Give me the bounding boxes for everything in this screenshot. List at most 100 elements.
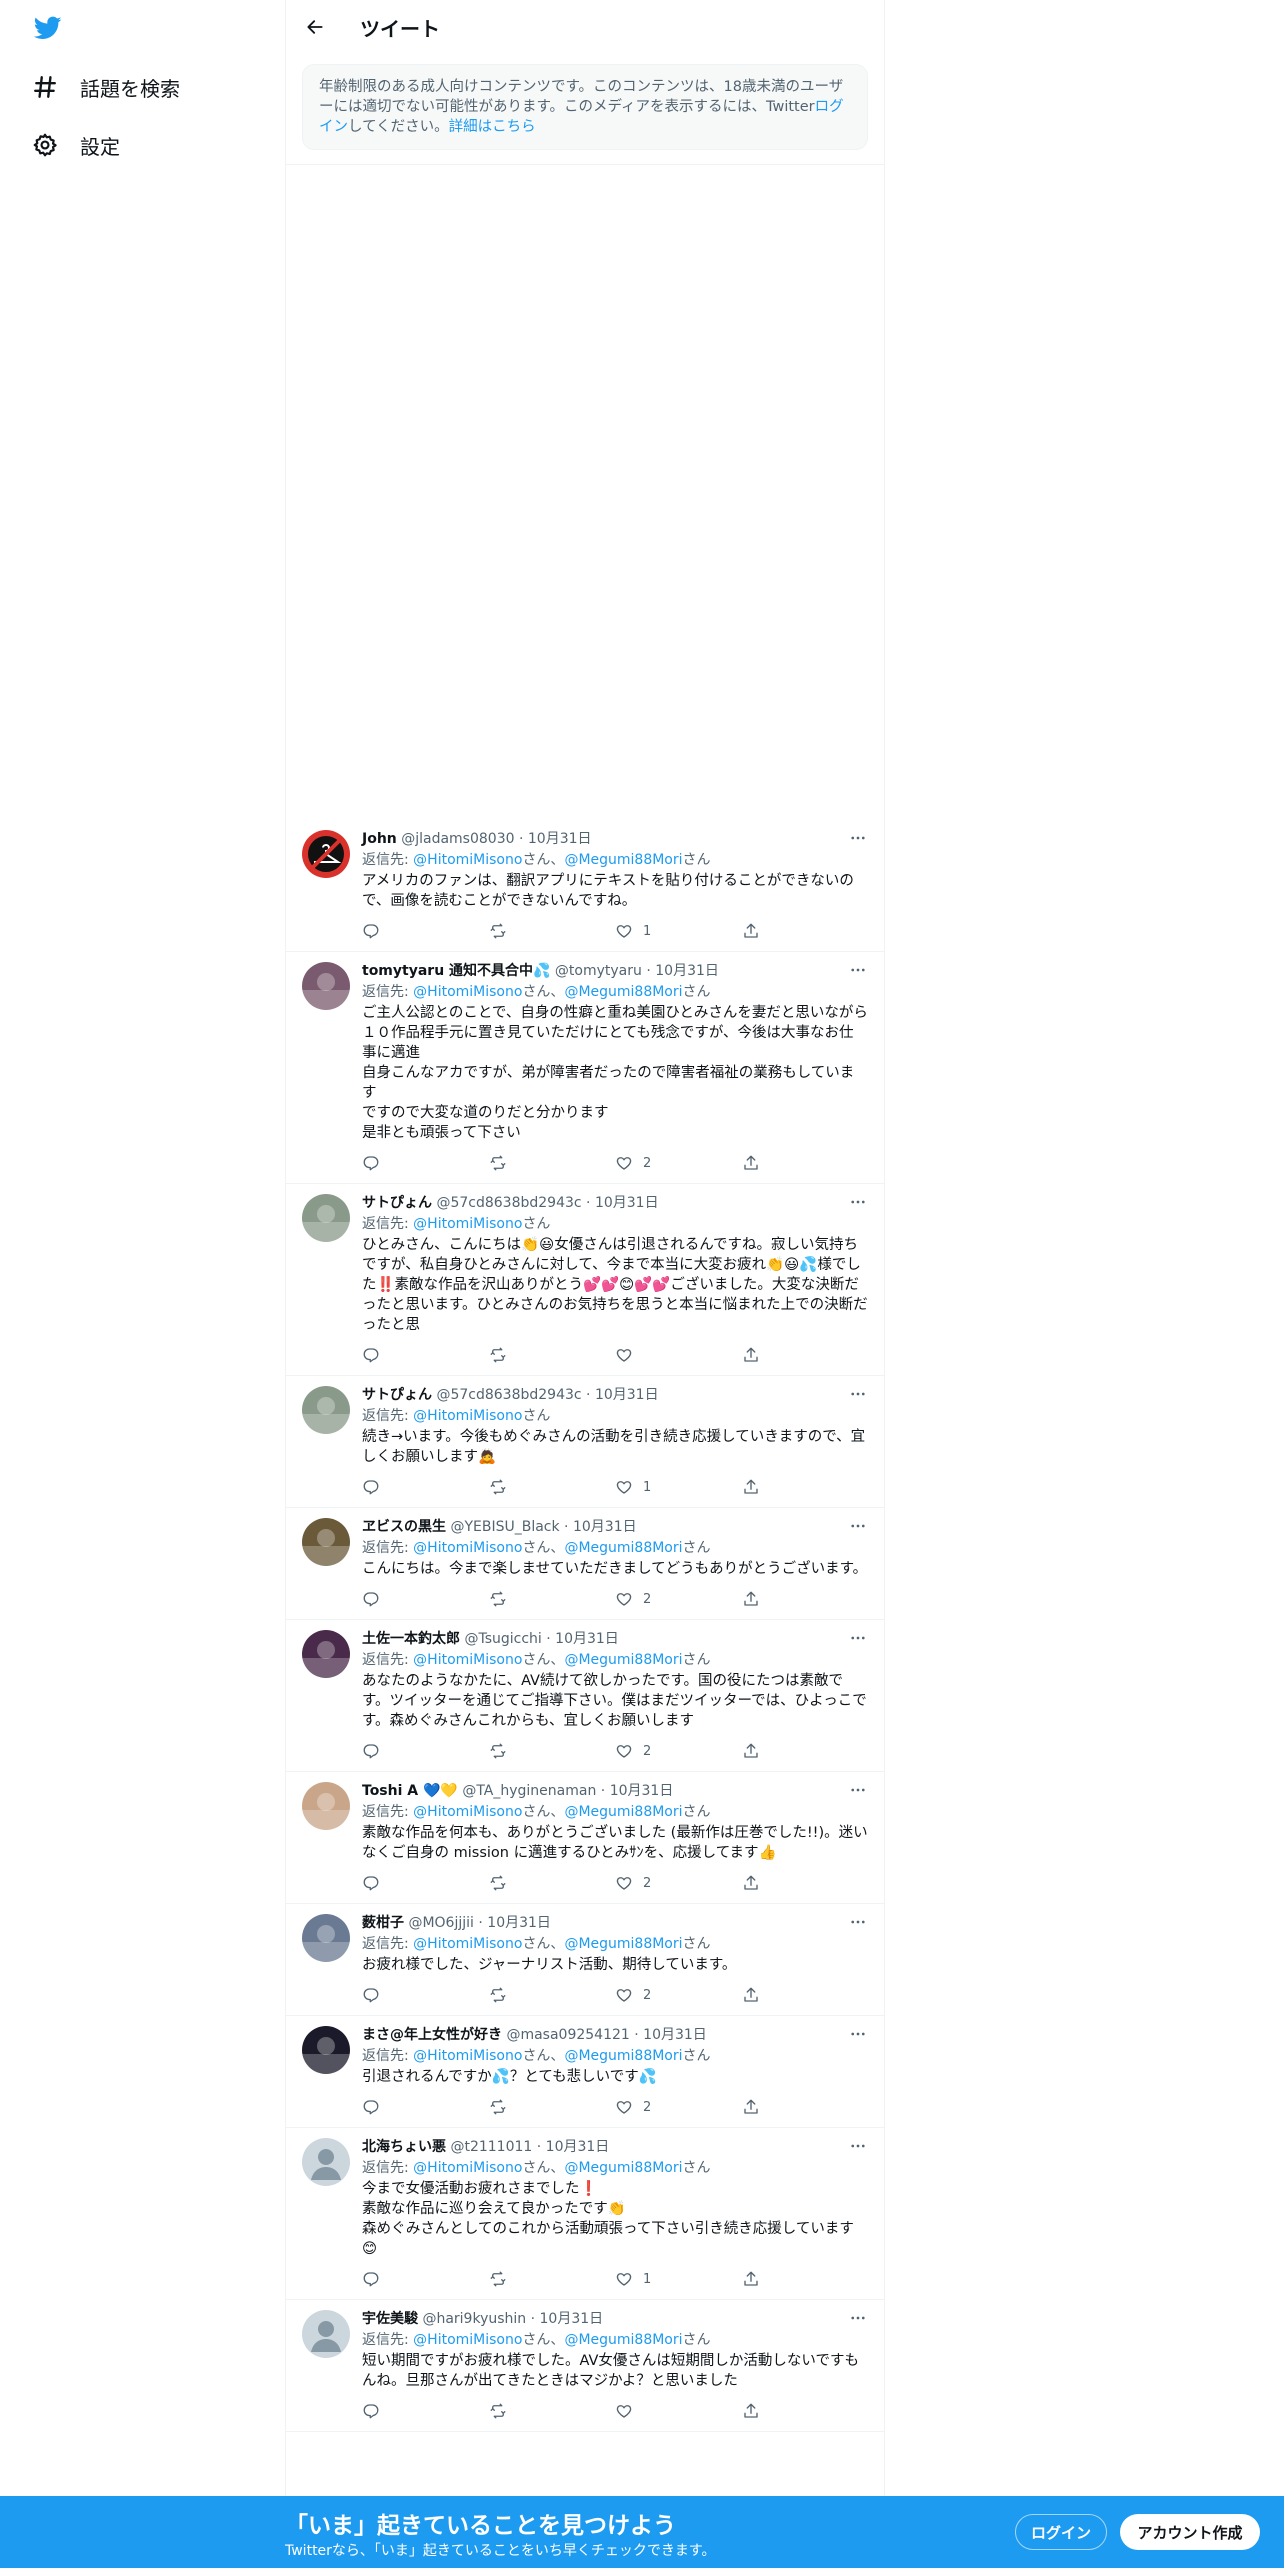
display-name[interactable]: 土佐一本釣太郎 — [362, 1631, 460, 1647]
reply-button[interactable] — [362, 1874, 489, 1892]
handle[interactable]: @YEBISU_Black — [450, 1519, 559, 1535]
tweet-date[interactable]: 10月31日 — [540, 2311, 604, 2327]
avatar[interactable] — [302, 2310, 350, 2358]
more-options-button[interactable] — [848, 2308, 868, 2328]
like-button[interactable] — [615, 1346, 742, 1364]
display-name[interactable]: サトぴょん — [362, 1387, 432, 1403]
display-name[interactable]: ヱビスの黒生 — [362, 1519, 446, 1535]
mention-link[interactable]: @Megumi88Mori — [564, 1804, 682, 1820]
share-button[interactable] — [742, 922, 869, 940]
mention-link[interactable]: @HitomiMisono — [413, 1216, 522, 1232]
mention-link[interactable]: @HitomiMisono — [413, 984, 522, 1000]
reply-tweet[interactable]: tomytyaru 通知不具合中💦 @tomytyaru · 10月31日 返信先… — [286, 952, 884, 1184]
more-options-button[interactable] — [848, 2024, 868, 2044]
mention-link[interactable]: @HitomiMisono — [413, 1652, 522, 1668]
avatar[interactable] — [302, 962, 350, 1010]
share-button[interactable] — [742, 1986, 869, 2004]
nav-explore[interactable]: 話題を検索 — [32, 67, 180, 107]
handle[interactable]: @MO6jjjii — [408, 1915, 473, 1931]
mention-link[interactable]: @Megumi88Mori — [564, 2160, 682, 2176]
retweet-button[interactable] — [489, 2402, 616, 2420]
retweet-button[interactable] — [489, 1874, 616, 1892]
handle[interactable]: @masa09254121 — [506, 2027, 629, 2043]
retweet-button[interactable] — [489, 1154, 616, 1172]
tweet-date[interactable]: 10月31日 — [487, 1915, 551, 1931]
share-button[interactable] — [742, 2270, 869, 2288]
reply-button[interactable] — [362, 2098, 489, 2116]
share-button[interactable] — [742, 1742, 869, 1760]
reply-button[interactable] — [362, 1478, 489, 1496]
reply-tweet[interactable]: John @jladams08030 · 10月31日 返信先: @HitomiM… — [286, 820, 884, 952]
handle[interactable]: @hari9kyushin — [422, 2311, 526, 2327]
mention-link[interactable]: @HitomiMisono — [413, 1540, 522, 1556]
avatar[interactable] — [302, 2026, 350, 2074]
like-button[interactable] — [615, 2402, 742, 2420]
share-button[interactable] — [742, 2402, 869, 2420]
avatar[interactable] — [302, 1518, 350, 1566]
reply-button[interactable] — [362, 2270, 489, 2288]
tweet-date[interactable]: 10月31日 — [595, 1195, 659, 1211]
like-button[interactable]: 2 — [615, 1590, 742, 1608]
reply-button[interactable] — [362, 2402, 489, 2420]
mention-link[interactable]: @Megumi88Mori — [564, 1540, 682, 1556]
display-name[interactable]: 北海ちょい悪 — [362, 2139, 446, 2155]
handle[interactable]: @Tsugicchi — [464, 1631, 541, 1647]
display-name[interactable]: 薮柑子 — [362, 1915, 404, 1931]
avatar[interactable] — [302, 1194, 350, 1242]
handle[interactable]: @tomytyaru — [555, 963, 642, 979]
reply-tweet[interactable]: ヱビスの黒生 @YEBISU_Black · 10月31日 返信先: @Hitom… — [286, 1508, 884, 1620]
signup-button[interactable]: アカウント作成 — [1120, 2514, 1260, 2550]
share-button[interactable] — [742, 1478, 869, 1496]
like-button[interactable]: 2 — [615, 1986, 742, 2004]
twitter-logo-icon[interactable] — [32, 14, 64, 42]
retweet-button[interactable] — [489, 1986, 616, 2004]
retweet-button[interactable] — [489, 2098, 616, 2116]
tweet-date[interactable]: 10月31日 — [643, 2027, 707, 2043]
like-button[interactable]: 2 — [615, 2098, 742, 2116]
avatar[interactable] — [302, 1782, 350, 1830]
handle[interactable]: @57cd8638bd2943c — [436, 1387, 581, 1403]
avatar[interactable] — [302, 1914, 350, 1962]
mention-link[interactable]: @HitomiMisono — [413, 2048, 522, 2064]
like-button[interactable]: 1 — [615, 1478, 742, 1496]
more-options-button[interactable] — [848, 2136, 868, 2156]
handle[interactable]: @TA_hyginenaman — [462, 1783, 596, 1799]
retweet-button[interactable] — [489, 1742, 616, 1760]
reply-tweet[interactable]: 土佐一本釣太郎 @Tsugicchi · 10月31日 返信先: @HitomiM… — [286, 1620, 884, 1772]
share-button[interactable] — [742, 1590, 869, 1608]
more-options-button[interactable] — [848, 1628, 868, 1648]
reply-tweet[interactable]: サトぴょん @57cd8638bd2943c · 10月31日 返信先: @Hit… — [286, 1376, 884, 1508]
mention-link[interactable]: @Megumi88Mori — [564, 2332, 682, 2348]
reply-button[interactable] — [362, 922, 489, 940]
back-button[interactable] — [302, 14, 328, 40]
reply-tweet[interactable]: Toshi A 💙💛 @TA_hyginenaman · 10月31日 返信先: … — [286, 1772, 884, 1904]
more-options-button[interactable] — [848, 960, 868, 980]
reply-tweet[interactable]: 北海ちょい悪 @t2111011 · 10月31日 返信先: @HitomiMis… — [286, 2128, 884, 2300]
mention-link[interactable]: @Megumi88Mori — [564, 1936, 682, 1952]
tweet-date[interactable]: 10月31日 — [573, 1519, 637, 1535]
mention-link[interactable]: @Megumi88Mori — [564, 1652, 682, 1668]
reply-button[interactable] — [362, 1154, 489, 1172]
share-button[interactable] — [742, 1874, 869, 1892]
mention-link[interactable]: @HitomiMisono — [413, 852, 522, 868]
display-name[interactable]: まさ@年上女性が好き — [362, 2027, 502, 2043]
share-button[interactable] — [742, 2098, 869, 2116]
mention-link[interactable]: @HitomiMisono — [413, 1408, 522, 1424]
retweet-button[interactable] — [489, 1478, 616, 1496]
like-button[interactable]: 1 — [615, 2270, 742, 2288]
reply-tweet[interactable]: まさ@年上女性が好き @masa09254121 · 10月31日 返信先: @H… — [286, 2016, 884, 2128]
reply-button[interactable] — [362, 1986, 489, 2004]
mention-link[interactable]: @Megumi88Mori — [564, 2048, 682, 2064]
reply-button[interactable] — [362, 1742, 489, 1760]
avatar[interactable] — [302, 1386, 350, 1434]
tweet-date[interactable]: 10月31日 — [595, 1387, 659, 1403]
reply-button[interactable] — [362, 1346, 489, 1364]
like-button[interactable]: 1 — [615, 922, 742, 940]
more-options-button[interactable] — [848, 1384, 868, 1404]
like-button[interactable]: 2 — [615, 1742, 742, 1760]
display-name[interactable]: サトぴょん — [362, 1195, 432, 1211]
display-name[interactable]: 宇佐美駿 — [362, 2311, 418, 2327]
display-name[interactable]: Toshi A 💙💛 — [362, 1783, 458, 1799]
display-name[interactable]: tomytyaru 通知不具合中💦 — [362, 963, 550, 979]
mention-link[interactable]: @Megumi88Mori — [564, 984, 682, 1000]
